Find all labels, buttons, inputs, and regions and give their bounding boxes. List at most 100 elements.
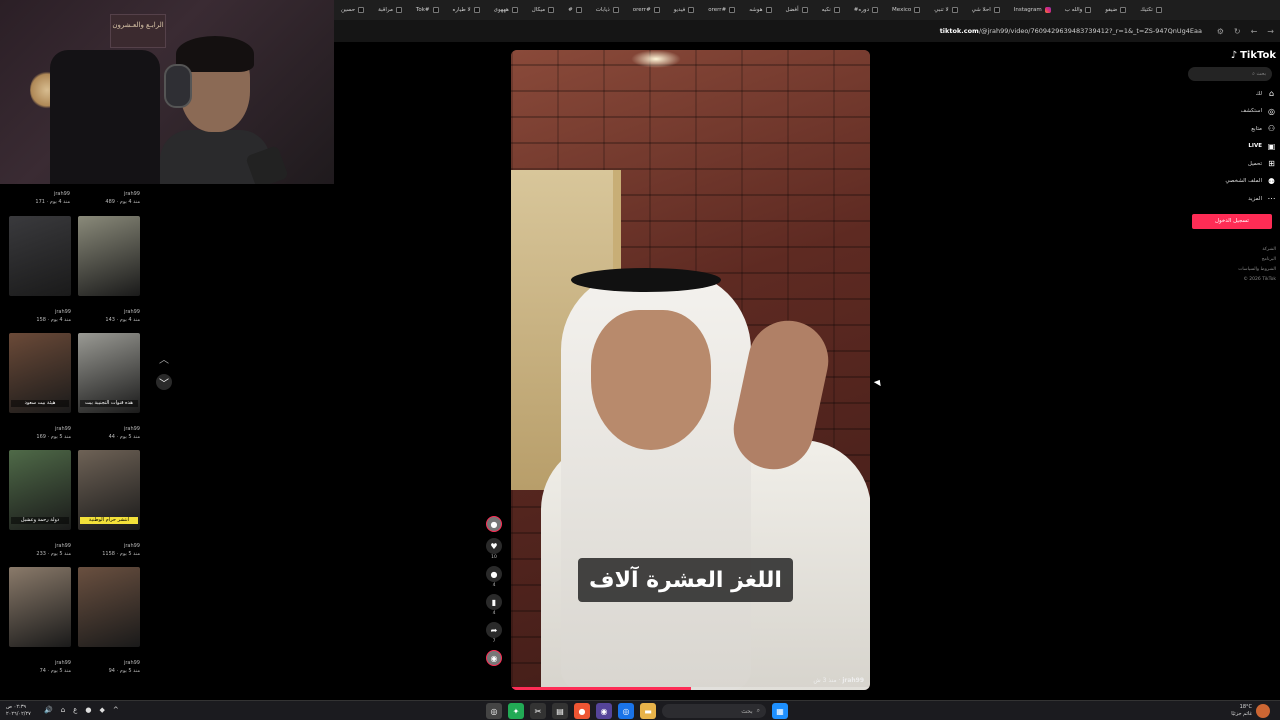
browser-tab[interactable]: مراقبة <box>371 0 409 20</box>
bookmark-icon[interactable]: ▮ <box>486 594 502 610</box>
browser-tab[interactable]: ضيفو <box>1098 0 1133 20</box>
nav-item[interactable]: المزيد ⋯ <box>1188 190 1276 208</box>
app-icon[interactable]: ✦ <box>508 703 524 719</box>
nav-item[interactable]: استكشف ◎ <box>1188 103 1276 121</box>
thumbnail-image[interactable] <box>78 216 140 296</box>
footer-link[interactable]: البرنامج <box>1188 255 1276 265</box>
share-icon[interactable]: ➦ <box>486 622 502 638</box>
address-bar[interactable]: tiktok.com/@jrah99/video/760942963948373… <box>334 20 1280 42</box>
thumbnail-image[interactable]: هيئة بيت سعود <box>9 333 71 413</box>
thumb-stats: 489 · منذ 4 يوم <box>105 199 140 205</box>
music-disc-icon[interactable]: ◉ <box>486 650 502 666</box>
chevron-up-icon[interactable]: ︿ <box>156 350 172 366</box>
thumbnail-image[interactable] <box>9 567 71 647</box>
browser-tab[interactable]: Tok# <box>409 0 446 20</box>
browser-tab[interactable]: orerr# <box>626 0 667 20</box>
browser-tab[interactable]: احلا شي <box>965 0 1007 20</box>
browser-tab[interactable]: فيديو <box>667 0 702 20</box>
browser-tab[interactable]: لا طياره <box>446 0 487 20</box>
video-thumbnail[interactable]: jrah99 143 · منذ 4 يوم <box>78 216 140 324</box>
nav-item[interactable]: لك ⌂ <box>1188 85 1276 103</box>
volume-icon[interactable]: 🔊 <box>44 706 53 714</box>
tiktok-icon <box>473 7 480 13</box>
steam-icon[interactable]: ◎ <box>486 703 502 719</box>
tune-icon[interactable]: ⚙ <box>1217 27 1224 36</box>
chrome-icon[interactable]: ◎ <box>618 703 634 719</box>
browser-tab[interactable]: لا تنبي <box>927 0 964 20</box>
chevron-down-icon[interactable]: ﹀ <box>156 374 172 390</box>
weather-icon[interactable] <box>1256 704 1270 718</box>
browser-tab[interactable]: هوشه <box>742 0 778 20</box>
browser-tab[interactable]: Instagram <box>1007 0 1058 20</box>
nav-item[interactable]: متابع ⚇ <box>1188 120 1276 138</box>
folder-icon[interactable]: ▬ <box>640 703 656 719</box>
browser-tab[interactable]: أفضل <box>779 0 815 20</box>
browser-tab[interactable]: orerr# <box>701 0 742 20</box>
discord-icon[interactable]: ◉ <box>596 703 612 719</box>
nav-item[interactable]: الملف الشخصي ⚉ <box>1188 173 1276 191</box>
footer-link[interactable]: © 2026 TikTok <box>1188 275 1276 285</box>
windows-start-icon[interactable]: ▦ <box>772 703 788 719</box>
browser-tab[interactable]: حسين <box>334 0 371 20</box>
nav-item[interactable]: تحميل ⊞ <box>1188 155 1276 173</box>
tab-label: Instagram <box>1013 7 1042 13</box>
browser-tab[interactable]: #دوره <box>847 0 885 20</box>
video-player[interactable]: اللغز العشرة آلاف منذ 3 ش · jrah99 <box>511 50 870 690</box>
tiktok-logo[interactable]: ♪ TikTok <box>1188 50 1276 61</box>
browser-tab[interactable]: ميكال <box>525 0 561 20</box>
thumb-stats: 143 · منذ 4 يوم <box>105 317 140 323</box>
footer-link[interactable]: الشروط والسياسات <box>1188 265 1276 275</box>
thumbnail-image[interactable]: هذه قنوات التجنيبة بيت <box>78 333 140 413</box>
video-thumbnail[interactable]: دولة رحمة وعشيل jrah99 233 · منذ 5 يوم <box>9 450 71 558</box>
app-tray-icon[interactable]: ◆ <box>99 706 104 714</box>
chevron-up-icon[interactable]: ^ <box>113 706 119 714</box>
video-thumbnail[interactable]: هذه قنوات التجنيبة بيت jrah99 44 · منذ 5 ي… <box>78 333 140 441</box>
back-icon[interactable]: ← <box>1251 27 1258 36</box>
tab-label: هوشه <box>749 7 763 13</box>
search-input[interactable]: ⌕ بحث <box>1188 67 1272 81</box>
browser-tab[interactable]: والله ب <box>1058 0 1099 20</box>
mic-icon[interactable]: ● <box>85 706 91 714</box>
video-author-meta[interactable]: منذ 3 ش · jrah99 <box>813 677 864 684</box>
keyboard-lang[interactable]: ع <box>73 706 77 714</box>
heart-icon[interactable]: ♥ <box>486 538 502 554</box>
reload-icon[interactable]: ↻ <box>1234 27 1241 36</box>
video-thumbnail[interactable]: انتشر حرام الوطنية jrah99 1158 · منذ 5 يوم <box>78 450 140 558</box>
ceiling-light <box>631 50 681 68</box>
browser-tab[interactable]: ذيابات <box>589 0 626 20</box>
capcut-icon[interactable]: ✂ <box>530 703 546 719</box>
video-thumbnail[interactable]: هيئة بيت سعود jrah99 169 · منذ 5 يوم <box>9 333 71 441</box>
thumbnail-caption: دولة رحمة وعشيل <box>11 517 69 524</box>
video-nav-arrows: ︿ ﹀ <box>156 350 172 398</box>
media-icon[interactable]: ▤ <box>552 703 568 719</box>
nav-item-label: متابع <box>1251 125 1262 132</box>
thumbnail-image[interactable] <box>9 216 71 296</box>
forward-icon[interactable]: → <box>1267 27 1274 36</box>
url-text[interactable]: tiktok.com/@jrah99/video/760942963948373… <box>940 27 1202 35</box>
author-avatar[interactable]: ● <box>486 516 502 532</box>
clock[interactable]: ٠٢:٣٩ ص ٢٠٢٦/٠٢/٢٧ <box>6 704 31 718</box>
comment-icon[interactable]: ● <box>486 566 502 582</box>
browser-tab[interactable]: تكتيك <box>1133 0 1169 20</box>
firefox-icon[interactable]: ● <box>574 703 590 719</box>
browser-tab[interactable]: هههوى <box>487 0 525 20</box>
browser-tab[interactable]: # <box>561 0 589 20</box>
video-thumbnail[interactable]: jrah99 158 · منذ 4 يوم <box>9 216 71 324</box>
thumb-stats: 169 · منذ 5 يوم <box>36 434 71 440</box>
browser-tab[interactable]: نكيه <box>815 0 847 20</box>
video-thumbnail[interactable]: jrah99 94 · منذ 5 يوم <box>78 567 140 675</box>
browser-tab[interactable]: Mexico <box>885 0 927 20</box>
video-progress-bar[interactable] <box>511 687 870 690</box>
thumbnail-image[interactable]: دولة رحمة وعشيل <box>9 450 71 530</box>
footer-link[interactable]: الشركة <box>1188 245 1276 255</box>
search-icon: ⌕ <box>1252 71 1255 77</box>
tab-label: نكيه <box>821 7 831 13</box>
taskbar-search[interactable]: بحث ⌕ <box>662 704 766 718</box>
nav-item[interactable]: LIVE ▣ <box>1188 138 1276 156</box>
thumbnail-image[interactable] <box>78 567 140 647</box>
weather-widget[interactable]: 18°C غائم جزئيًا <box>1231 704 1252 718</box>
login-button[interactable]: تسجيل الدخول <box>1192 213 1272 229</box>
video-thumbnail[interactable]: jrah99 74 · منذ 5 يوم <box>9 567 71 675</box>
network-icon[interactable]: ⌂ <box>61 706 65 714</box>
thumbnail-image[interactable]: انتشر حرام الوطنية <box>78 450 140 530</box>
